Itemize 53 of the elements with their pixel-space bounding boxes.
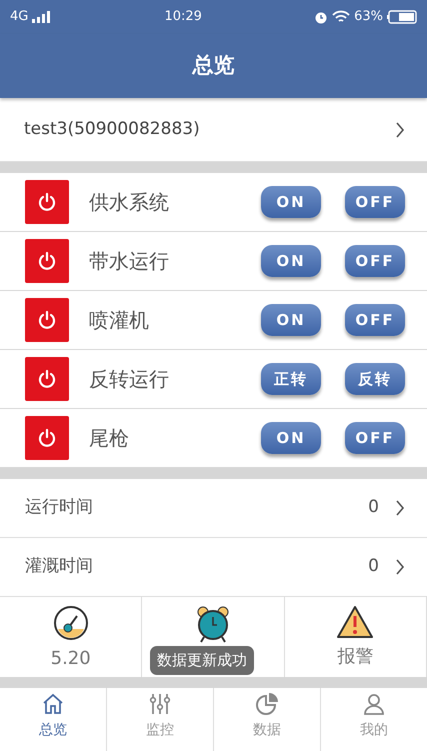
power-icon <box>37 192 57 212</box>
battery-percent: 63% <box>354 8 383 26</box>
control-name: 喷灌机 <box>89 307 150 334</box>
control-name: 供水系统 <box>89 189 170 216</box>
control-button[interactable]: OFF <box>345 186 405 218</box>
info-label: 运行时间 <box>25 496 94 520</box>
power-button[interactable] <box>25 298 69 342</box>
control-name: 尾枪 <box>89 425 130 452</box>
info-label: 灌溉时间 <box>25 555 94 578</box>
power-icon <box>37 310 57 330</box>
control-button[interactable]: ON <box>261 304 321 336</box>
chevron-right-icon <box>395 559 405 575</box>
control-button[interactable]: ON <box>261 245 321 277</box>
page-title: 总览 <box>192 52 234 80</box>
control-button[interactable]: OFF <box>345 304 405 336</box>
tile-label: 5.20 <box>50 647 91 671</box>
power-button[interactable] <box>25 180 69 224</box>
alarm-clock-icon <box>194 605 231 643</box>
control-button[interactable]: OFF <box>345 245 405 277</box>
power-button[interactable] <box>25 357 69 401</box>
warning-icon <box>336 605 374 639</box>
network-label: 4G <box>10 8 28 26</box>
wifi-icon <box>332 10 350 24</box>
info-row[interactable]: 灌溉时间 0 <box>0 538 427 597</box>
home-icon <box>41 692 65 716</box>
user-icon <box>362 692 386 716</box>
power-icon <box>37 428 57 448</box>
power-icon <box>37 369 57 389</box>
info-row[interactable]: 运行时间 0 <box>0 479 427 538</box>
power-icon <box>37 251 57 271</box>
chevron-right-icon <box>395 500 405 516</box>
sliders-icon <box>148 692 172 716</box>
power-button[interactable] <box>25 239 69 283</box>
control-button[interactable]: ON <box>261 422 321 454</box>
info-value: 0 <box>368 496 379 520</box>
control-button[interactable]: 正转 <box>261 363 321 395</box>
device-name: test3(50900082883) <box>24 118 200 141</box>
power-button[interactable] <box>25 416 69 460</box>
control-button[interactable]: OFF <box>345 422 405 454</box>
battery-icon <box>386 10 417 24</box>
control-name: 带水运行 <box>89 248 170 275</box>
alarm-icon <box>314 10 328 24</box>
toast-message: 数据更新成功 <box>150 646 254 674</box>
gauge-icon <box>52 605 89 641</box>
signal-icon <box>32 11 52 23</box>
control-button[interactable]: 反转 <box>345 363 405 395</box>
info-value: 0 <box>368 555 379 578</box>
chevron-right-icon <box>395 122 405 138</box>
control-name: 反转运行 <box>89 366 170 393</box>
pie-chart-icon <box>255 692 279 716</box>
control-button[interactable]: ON <box>261 186 321 218</box>
tile-label: 报警 <box>337 645 374 669</box>
clock-time: 10:29 <box>164 8 202 26</box>
